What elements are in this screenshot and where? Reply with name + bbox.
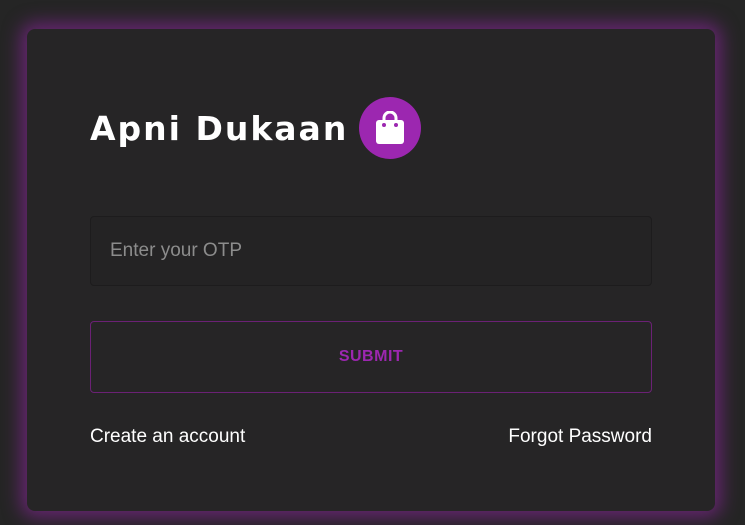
forgot-password-link[interactable]: Forgot Password (508, 426, 652, 448)
create-account-link[interactable]: Create an account (90, 426, 245, 448)
submit-button[interactable]: SUBMIT (90, 321, 652, 393)
login-card: Apni Dukaan SUBMIT Create an account For… (27, 29, 715, 511)
otp-input[interactable] (108, 239, 634, 263)
otp-field[interactable] (90, 216, 652, 286)
brand-header: Apni Dukaan (90, 97, 422, 159)
brand-title: Apni Dukaan (90, 108, 349, 148)
shopping-bag-icon (359, 97, 422, 159)
